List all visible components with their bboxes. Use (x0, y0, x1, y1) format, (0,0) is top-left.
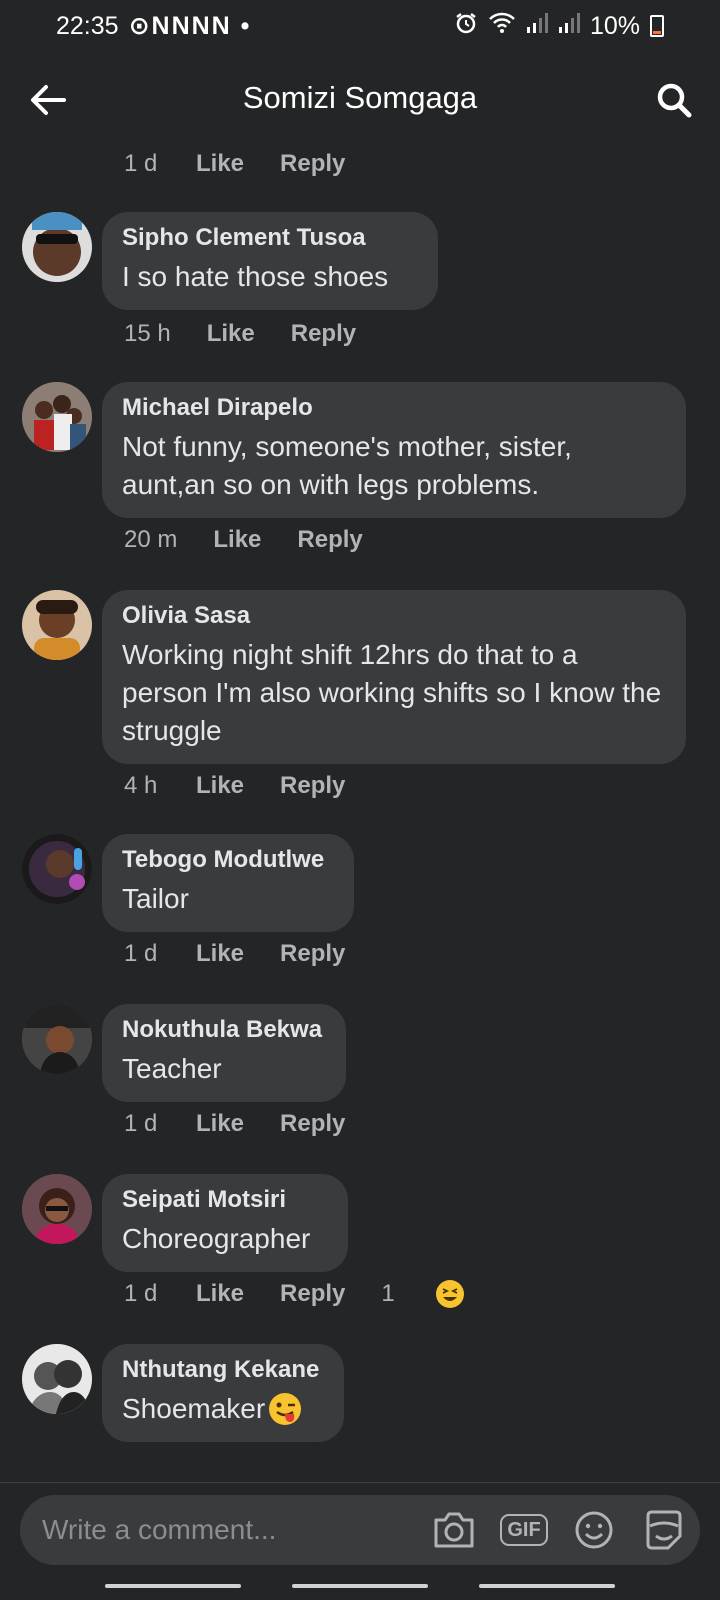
reply-button[interactable]: Reply (297, 526, 362, 554)
comment-meta: 1 d Like Reply (124, 1102, 381, 1146)
status-time: 22:35 (56, 11, 119, 40)
comment-text: I so hate those shoes (122, 261, 389, 292)
avatar[interactable] (22, 590, 92, 660)
avatar[interactable] (22, 1174, 92, 1244)
status-right: 10% (454, 11, 664, 42)
comment-author[interactable]: Michael Dirapelo (122, 394, 666, 422)
comment-meta-top: 1 d Like Reply (124, 142, 381, 186)
comment-author[interactable]: Tebogo Modutlwe (122, 846, 334, 874)
system-nav-bar (0, 1572, 720, 1600)
comment-meta: 1 d Like Reply 1 (124, 1272, 501, 1316)
back-arrow-icon (31, 85, 66, 115)
comment-bubble[interactable]: Nthutang Kekane Shoemaker (102, 1344, 344, 1442)
reply-button[interactable]: Reply (280, 1280, 345, 1308)
comment-text: Not funny, someone's mother, sister, aun… (122, 431, 572, 500)
battery-icon (650, 15, 664, 37)
gif-icon: GIF (500, 1514, 548, 1546)
like-button[interactable]: Like (196, 940, 244, 968)
like-button[interactable]: Like (196, 772, 244, 800)
comment-bubble[interactable]: Sipho Clement Tusoa I so hate those shoe… (102, 212, 438, 310)
battery-level: 10% (589, 11, 640, 40)
app-header: Somizi Somgaga (0, 60, 720, 136)
signal-icon (526, 12, 548, 41)
comment-input-box[interactable]: GIF (20, 1495, 700, 1565)
emoji-button[interactable] (568, 1504, 620, 1556)
comment-author[interactable]: Seipati Motsiri (122, 1186, 328, 1214)
avatar[interactable] (22, 1004, 92, 1074)
comment-text: Shoemaker (122, 1393, 266, 1424)
comment-meta: 4 h Like Reply (124, 764, 381, 808)
like-button[interactable]: Like (196, 150, 244, 178)
reply-button[interactable]: Reply (280, 150, 345, 178)
comment-time: 15 h (124, 320, 171, 347)
reply-button[interactable]: Reply (291, 320, 356, 348)
wifi-icon (488, 11, 516, 42)
status-left: 22:35 ⊙NNNN • (56, 11, 251, 41)
page-title: Somizi Somgaga (242, 80, 478, 115)
comment-bubble[interactable]: Michael Dirapelo Not funny, someone's mo… (102, 382, 686, 518)
avatar[interactable] (22, 1344, 92, 1414)
laughing-emoji-icon (435, 1280, 464, 1308)
smiley-icon (575, 1511, 613, 1549)
comment-author[interactable]: Nthutang Kekane (122, 1356, 324, 1384)
alarm-icon (454, 11, 478, 42)
camera-button[interactable] (428, 1504, 480, 1556)
avatar[interactable] (22, 834, 92, 904)
comment-text-row: Shoemaker (122, 1390, 324, 1428)
comment-meta: 15 h Like Reply (124, 312, 392, 356)
comment-author[interactable]: Nokuthula Bekwa (122, 1016, 326, 1044)
reply-button[interactable]: Reply (280, 1110, 345, 1138)
reaction-summary[interactable]: 1 (381, 1279, 464, 1309)
comment-bubble[interactable]: Seipati Motsiri Choreographer (102, 1174, 348, 1272)
comment-text: Working night shift 12hrs do that to a p… (122, 639, 662, 746)
comment-time: 1 d (124, 940, 158, 967)
winking-tongue-emoji-icon (269, 1393, 302, 1425)
comment-input[interactable] (42, 1514, 410, 1546)
like-button[interactable]: Like (196, 1110, 244, 1138)
comment-author[interactable]: Sipho Clement Tusoa (122, 224, 418, 252)
comment-text: Teacher (122, 1053, 222, 1084)
reaction-count: 1 (381, 1280, 395, 1307)
sticker-button[interactable] (638, 1504, 690, 1556)
nav-home-button[interactable] (291, 1584, 428, 1588)
camera-icon (434, 1512, 474, 1548)
like-button[interactable]: Like (213, 526, 261, 554)
comment-meta: 20 m Like Reply (124, 518, 399, 562)
comment-list[interactable]: 1 d Like Reply Sipho Clement Tusoa I so … (0, 140, 720, 1482)
back-button[interactable] (26, 78, 70, 122)
status-bar: 22:35 ⊙NNNN • 10% (0, 0, 720, 52)
comment-meta: 1 d Like Reply (124, 932, 381, 976)
comment-text: Tailor (122, 883, 189, 914)
comment-bubble[interactable]: Nokuthula Bekwa Teacher (102, 1004, 346, 1102)
comment-time: 20 m (124, 526, 178, 553)
avatar[interactable] (22, 382, 92, 452)
comment-time: 1 d (124, 1110, 158, 1137)
signal-icon-2 (558, 12, 580, 41)
comment-bubble[interactable]: Tebogo Modutlwe Tailor (102, 834, 354, 932)
avatar[interactable] (22, 212, 92, 282)
gif-button[interactable]: GIF (498, 1504, 550, 1556)
reply-button[interactable]: Reply (280, 940, 345, 968)
comment-bubble[interactable]: Olivia Sasa Working night shift 12hrs do… (102, 590, 686, 764)
comment-text: Choreographer (122, 1223, 311, 1254)
sticker-icon (646, 1510, 682, 1550)
like-button[interactable]: Like (196, 1280, 244, 1308)
comment-author[interactable]: Olivia Sasa (122, 602, 666, 630)
comment-time: 4 h (124, 772, 158, 799)
comment-composer: GIF (0, 1482, 720, 1572)
notification-icons: ⊙NNNN • (128, 12, 252, 40)
reply-button[interactable]: Reply (280, 772, 345, 800)
comment-time: 1 d (124, 150, 158, 177)
comment-time: 1 d (124, 1280, 158, 1307)
search-button[interactable] (652, 78, 696, 122)
nav-back-button[interactable] (478, 1584, 615, 1588)
nav-recent-button[interactable] (105, 1584, 242, 1588)
like-button[interactable]: Like (207, 320, 255, 348)
search-icon (657, 83, 692, 118)
